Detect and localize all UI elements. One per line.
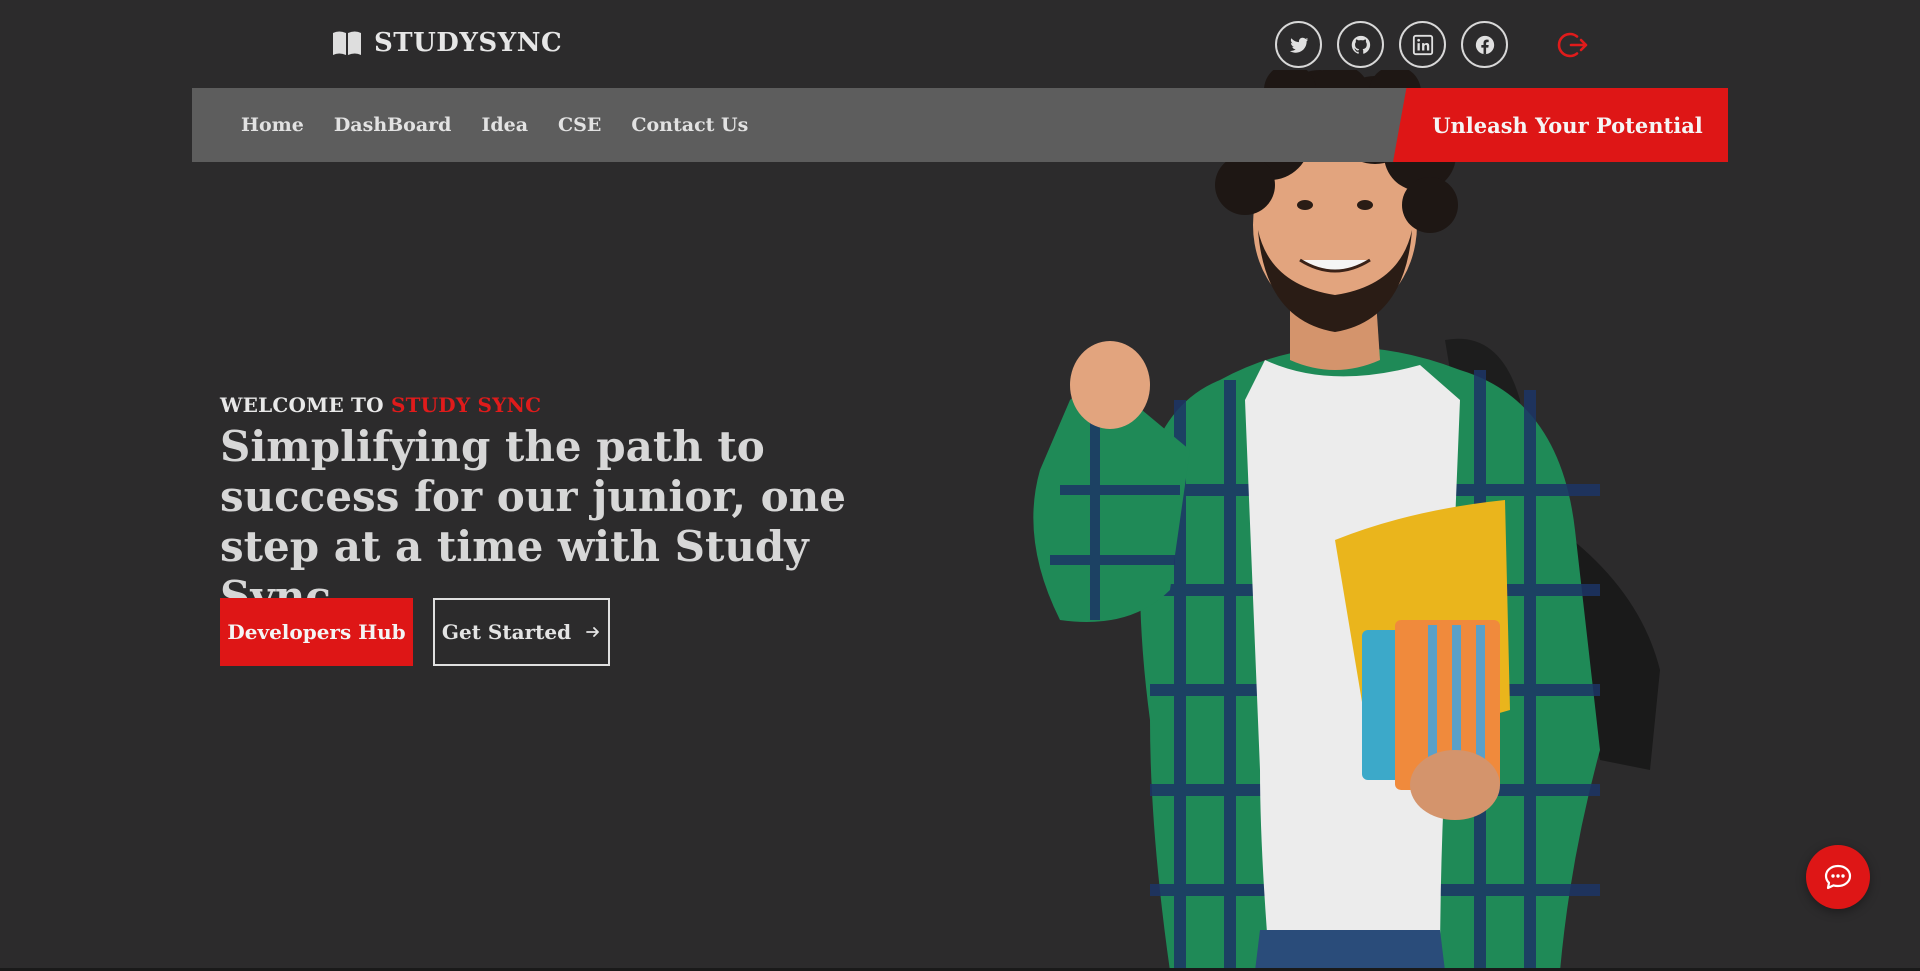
hero-headline: Simplifying the path to success for our … [220,422,846,621]
nav-contact-us[interactable]: Contact Us [631,114,748,136]
book-open-icon [332,30,362,56]
facebook-icon [1474,34,1496,56]
brand-logo[interactable]: STUDYSYNC [332,26,562,60]
get-started-label: Get Started [441,620,572,644]
welcome-line: WELCOME TO STUDY SYNC [220,393,541,417]
welcome-accent: STUDY SYNC [390,393,542,417]
hero-student-image [1000,70,1680,971]
facebook-link[interactable] [1461,21,1508,68]
get-started-button[interactable]: Get Started [433,598,610,666]
linkedin-icon [1412,34,1434,56]
landing-page: STUDYSYNC Home DashBoard Idea CSE Contac… [0,0,1920,971]
github-icon [1350,34,1372,56]
nav-home[interactable]: Home [241,114,304,136]
arrow-right-icon [585,624,601,640]
twitter-icon [1288,34,1310,56]
developers-hub-button[interactable]: Developers Hub [220,598,413,666]
brand-name: STUDYSYNC [374,28,563,58]
nav-cse[interactable]: CSE [558,114,601,136]
unleash-potential-button[interactable]: Unleash Your Potential [1393,88,1728,162]
social-links [1275,21,1508,68]
nav-dashboard[interactable]: DashBoard [334,114,452,136]
nav-idea[interactable]: Idea [481,114,528,136]
welcome-prefix: WELCOME TO [220,393,384,417]
linkedin-link[interactable] [1399,21,1446,68]
logout-icon [1555,28,1589,62]
github-link[interactable] [1337,21,1384,68]
twitter-link[interactable] [1275,21,1322,68]
logout-button[interactable] [1555,28,1589,62]
chat-bubble-icon [1823,862,1853,892]
chat-button[interactable] [1806,845,1870,909]
